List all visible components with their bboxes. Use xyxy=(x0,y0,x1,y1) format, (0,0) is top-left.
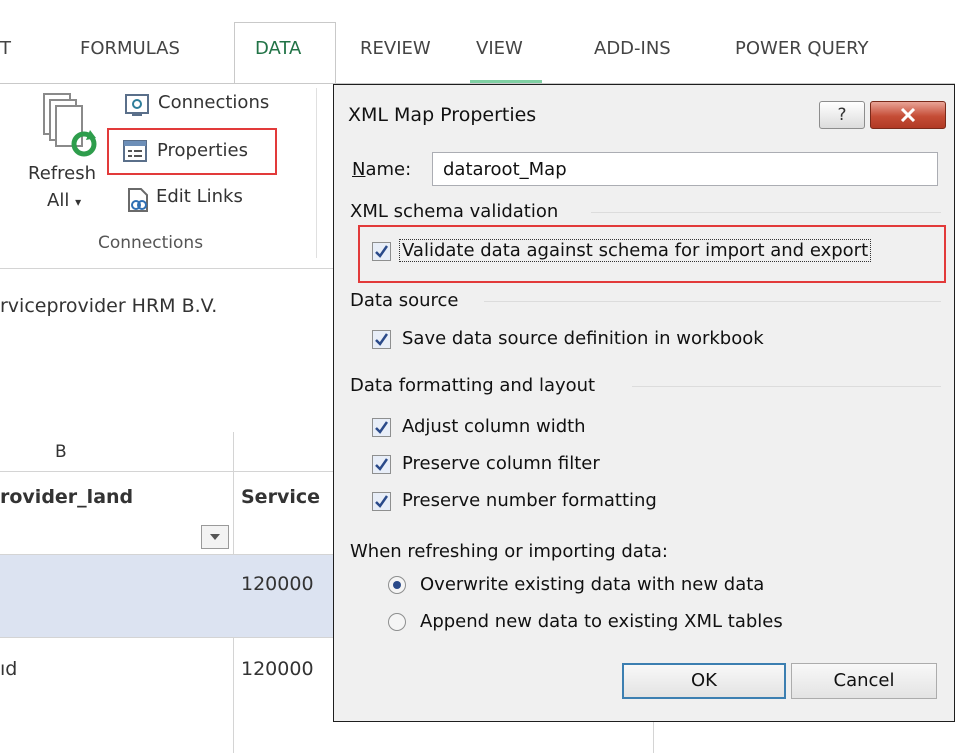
refresh-question-label: When refreshing or importing data: xyxy=(350,541,668,562)
edit-links-button[interactable]: Edit Links xyxy=(156,186,243,207)
checkmark-icon xyxy=(375,421,388,434)
adjust-width-label[interactable]: Adjust column width xyxy=(402,416,586,437)
table-cell[interactable]: ıd xyxy=(0,658,17,680)
append-label[interactable]: Append new data to existing XML tables xyxy=(420,611,783,632)
properties-button[interactable]: Properties xyxy=(157,140,248,161)
section-divider xyxy=(591,212,941,213)
close-icon xyxy=(900,107,916,123)
formatting-section-label: Data formatting and layout xyxy=(350,375,596,396)
checkmark-icon xyxy=(375,333,388,346)
data-source-section-label: Data source xyxy=(350,290,459,311)
validate-checkbox[interactable] xyxy=(372,242,391,261)
row-divider xyxy=(0,637,335,638)
save-definition-checkbox[interactable] xyxy=(372,330,391,349)
adjust-width-checkbox[interactable] xyxy=(372,418,391,437)
refresh-all-label-2[interactable]: All ▾ xyxy=(47,190,81,211)
ribbon-tab-bar: T FORMULAS DATA REVIEW VIEW ADD-INS POWE… xyxy=(0,0,955,84)
chevron-down-icon xyxy=(210,534,220,540)
column-header-b[interactable]: B xyxy=(55,442,67,462)
validate-label[interactable]: Validate data against schema for import … xyxy=(398,239,872,262)
dialog-title: XML Map Properties xyxy=(348,104,537,126)
schema-section-label: XML schema validation xyxy=(350,201,559,222)
dialog-titlebar[interactable]: XML Map Properties ? xyxy=(334,85,954,145)
preserve-filter-label[interactable]: Preserve column filter xyxy=(402,453,600,474)
tab-review[interactable]: REVIEW xyxy=(360,38,431,59)
section-divider xyxy=(632,386,941,387)
name-label: Name: xyxy=(352,159,412,180)
company-cell-text: rviceprovider HRM B.V. xyxy=(0,295,218,317)
help-button[interactable]: ? xyxy=(819,101,865,129)
xml-map-properties-dialog: XML Map Properties ? Name: XML schema va… xyxy=(333,84,955,722)
close-button[interactable] xyxy=(870,101,946,129)
ok-button[interactable]: OK xyxy=(622,663,786,699)
overwrite-radio[interactable] xyxy=(388,576,406,594)
connections-icon[interactable] xyxy=(124,93,150,117)
filter-dropdown-button[interactable] xyxy=(201,525,229,549)
table-cell[interactable]: 120000 xyxy=(241,658,314,680)
refresh-all-icon[interactable] xyxy=(40,88,100,168)
radio-selected-dot xyxy=(393,581,401,589)
tab-power-query[interactable]: POWER QUERY xyxy=(735,38,869,59)
preserve-number-label[interactable]: Preserve number formatting xyxy=(402,490,657,511)
tab-add-ins[interactable]: ADD-INS xyxy=(594,38,671,59)
group-label-connections: Connections xyxy=(98,233,204,253)
table-header-provider-land[interactable]: rovider_land xyxy=(0,486,133,508)
help-icon: ? xyxy=(837,105,847,125)
connections-button[interactable]: Connections xyxy=(158,92,269,113)
checkmark-icon xyxy=(375,495,388,508)
preserve-filter-checkbox[interactable] xyxy=(372,455,391,474)
preserve-number-checkbox[interactable] xyxy=(372,492,391,511)
table-cell[interactable]: 120000 xyxy=(241,573,314,595)
section-divider xyxy=(484,301,941,302)
tab-formulas[interactable]: FORMULAS xyxy=(80,38,180,59)
column-divider xyxy=(653,722,654,753)
save-definition-label[interactable]: Save data source definition in workbook xyxy=(402,328,764,349)
refresh-all-label-1[interactable]: Refresh xyxy=(28,163,96,184)
edit-links-icon[interactable] xyxy=(126,187,150,213)
name-input[interactable] xyxy=(432,152,938,186)
cancel-button[interactable]: Cancel xyxy=(791,663,937,699)
tab-partial[interactable]: T xyxy=(0,38,11,59)
group-separator xyxy=(316,88,317,258)
overwrite-label[interactable]: Overwrite existing data with new data xyxy=(420,574,764,595)
checkmark-icon xyxy=(375,245,388,258)
properties-icon[interactable] xyxy=(122,139,148,163)
append-radio[interactable] xyxy=(388,613,406,631)
checkmark-icon xyxy=(375,458,388,471)
selected-table-row[interactable] xyxy=(0,555,335,637)
table-header-service[interactable]: Service xyxy=(241,486,320,508)
tab-view[interactable]: VIEW xyxy=(476,38,523,59)
tab-data[interactable]: DATA xyxy=(255,38,301,59)
